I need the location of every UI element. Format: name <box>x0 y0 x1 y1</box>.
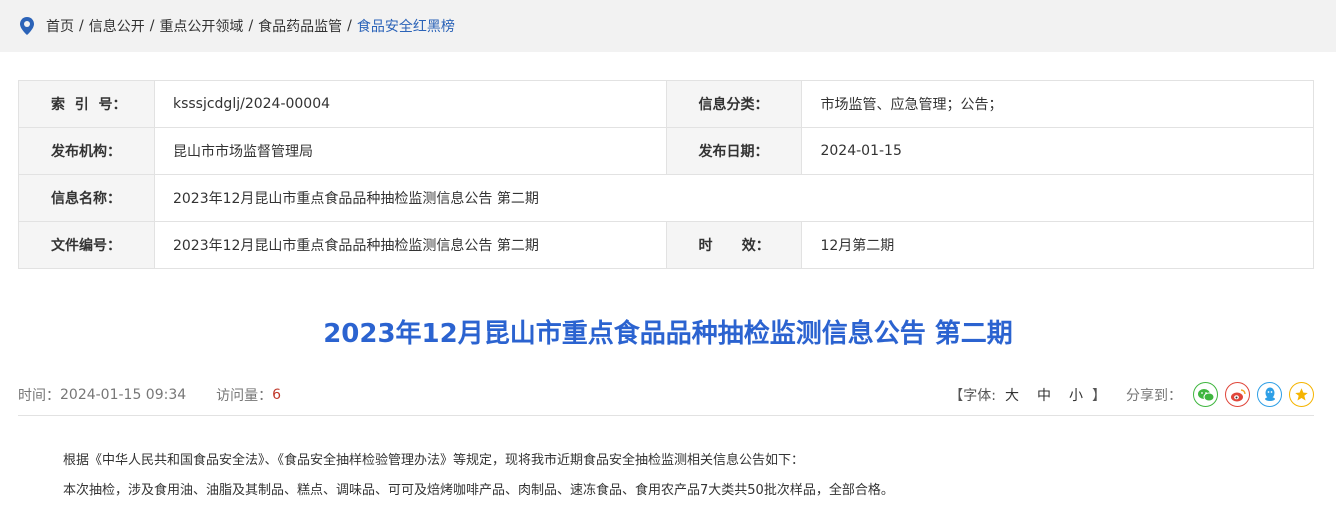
font-control-open: 【字体: <box>949 387 996 404</box>
breadcrumb: 首页 / 信息公开 / 重点公开领域 / 食品药品监管 / 食品安全红黑榜 <box>46 16 455 36</box>
breadcrumb-item-home[interactable]: 首页 <box>46 16 74 36</box>
font-size-control: 【字体: 大 中 小 】 <box>949 385 1106 405</box>
time-label: 时间： <box>18 387 60 404</box>
breadcrumb-separator: / <box>79 18 84 34</box>
article-title: 2023年12月昆山市重点食品品种抽检监测信息公告 第二期 <box>323 319 1013 349</box>
docno-label: 文件编号： <box>18 221 155 269</box>
breadcrumb-separator: / <box>347 18 352 34</box>
breadcrumb-item-key-areas[interactable]: 重点公开领域 <box>159 16 243 36</box>
font-large-button[interactable]: 大 <box>1005 385 1019 405</box>
wechat-icon[interactable] <box>1193 382 1218 407</box>
validity-value: 12月第二期 <box>801 221 1314 269</box>
time-value: 2024-01-15 09:34 <box>60 386 187 403</box>
date-value: 2024-01-15 <box>801 127 1314 175</box>
article-body: 根据《中华人民共和国食品安全法》、《食品安全抽样检验管理办法》等规定，现将我市近… <box>63 446 1283 506</box>
font-control-close: 】 <box>1092 387 1106 404</box>
docno-value: 2023年12月昆山市重点食品品种抽检监测信息公告 第二期 <box>153 221 667 269</box>
article-paragraph: 本次抽检，涉及食用油、油脂及其制品、糕点、调味品、可可及焙烤咖啡产品、肉制品、速… <box>63 483 894 498</box>
views-label: 访问量： <box>216 387 273 404</box>
share-label: 分享到： <box>1126 387 1182 404</box>
font-small-button[interactable]: 小 <box>1069 385 1083 405</box>
table-row: 信息名称： 2023年12月昆山市重点食品品种抽检监测信息公告 第二期 <box>18 174 1315 222</box>
publisher-label: 发布机构： <box>18 127 155 175</box>
metadata-table: 索 引 号： ksssjcdglj/2024-00004 信息分类： 市场监管、… <box>18 80 1315 269</box>
table-row: 文件编号： 2023年12月昆山市重点食品品种抽检监测信息公告 第二期 时 效：… <box>18 221 1314 269</box>
qzone-icon[interactable] <box>1289 382 1314 407</box>
category-label: 信息分类： <box>665 80 803 128</box>
breadcrumb-item-food-drug[interactable]: 食品药品监管 <box>258 16 342 36</box>
breadcrumb-separator: / <box>248 18 254 34</box>
breadcrumb-bar: 首页 / 信息公开 / 重点公开领域 / 食品药品监管 / 食品安全红黑榜 <box>0 0 1336 52</box>
location-pin-icon <box>18 16 36 36</box>
name-label: 信息名称： <box>18 174 155 222</box>
breadcrumb-item-info-disclosure[interactable]: 信息公开 <box>89 16 145 36</box>
qq-icon[interactable] <box>1257 382 1282 407</box>
date-label: 发布日期： <box>665 127 803 175</box>
weibo-icon[interactable] <box>1225 382 1250 407</box>
validity-label: 时 效： <box>665 221 803 269</box>
breadcrumb-item-current[interactable]: 食品安全红黑榜 <box>357 16 455 36</box>
table-row: 索 引 号： ksssjcdglj/2024-00004 信息分类： 市场监管、… <box>18 80 1314 128</box>
table-row: 发布机构： 昆山市市场监督管理局 发布日期： 2024-01-15 <box>18 127 1314 175</box>
article-paragraph: 根据《中华人民共和国食品安全法》、《食品安全抽样检验管理办法》等规定，现将我市近… <box>63 453 805 468</box>
article-meta: 时间： 2024-01-15 09:34 访问量： 6 <box>18 385 281 405</box>
name-value: 2023年12月昆山市重点食品品种抽检监测信息公告 第二期 <box>153 174 1315 222</box>
publisher-value: 昆山市市场监督管理局 <box>153 127 667 175</box>
breadcrumb-separator: / <box>149 18 155 34</box>
index-value: ksssjcdglj/2024-00004 <box>153 80 667 128</box>
category-value: 市场监管、应急管理；公告； <box>801 80 1314 128</box>
views-count: 6 <box>272 386 282 403</box>
index-label: 索 引 号： <box>18 80 155 128</box>
article-info-bar: 时间： 2024-01-15 09:34 访问量： 6 【字体: 大 中 小 】… <box>18 374 1314 416</box>
article-tools: 【字体: 大 中 小 】 分享到： <box>949 382 1314 407</box>
font-medium-button[interactable]: 中 <box>1037 385 1051 405</box>
